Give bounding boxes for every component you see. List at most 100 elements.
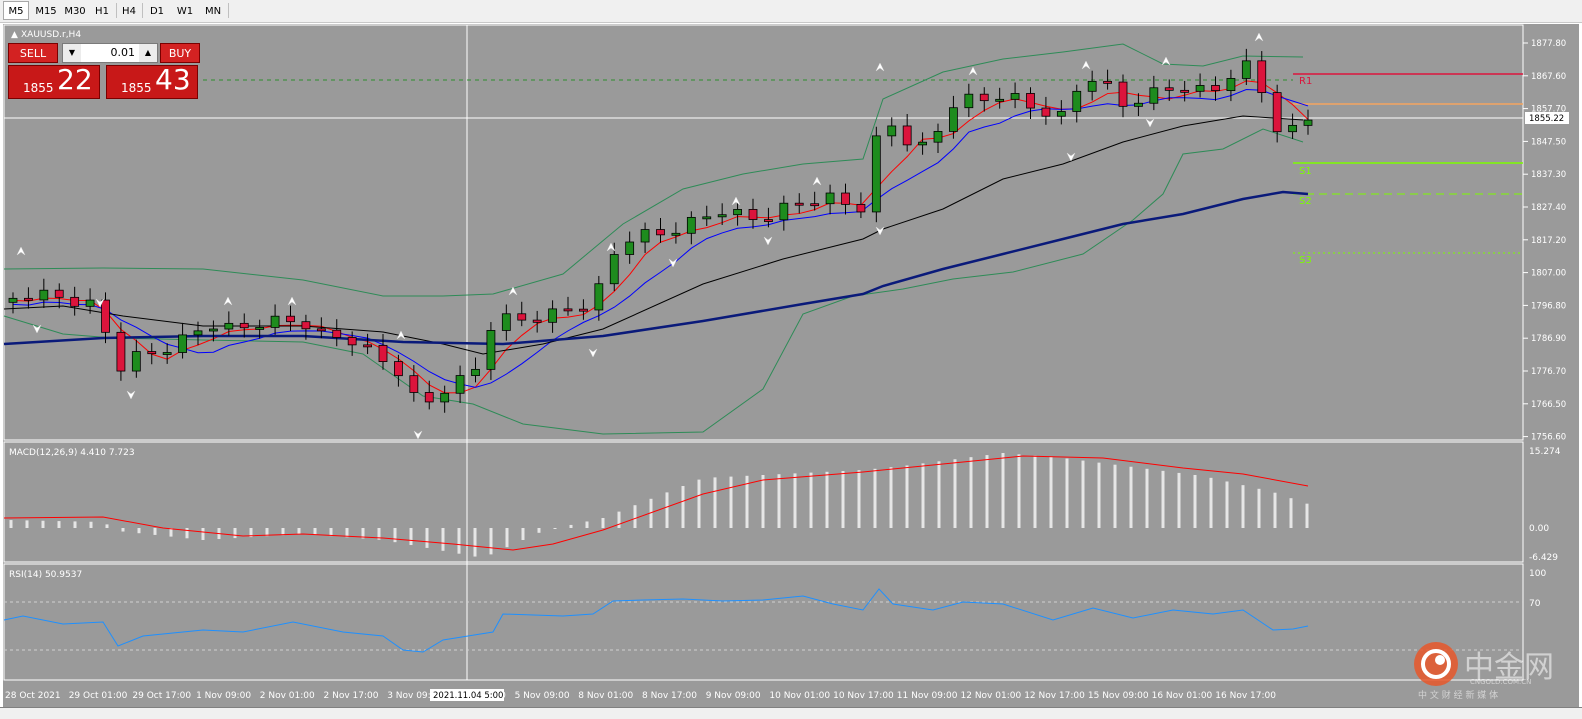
time-axis-label: 15 Nov 09:00 [1088, 691, 1149, 701]
macd-histogram-bar [313, 528, 317, 535]
bollinger-lower-band [3, 128, 1304, 435]
macd-histogram-bar [537, 528, 541, 533]
bear-candle [394, 361, 403, 377]
bull-candle [1226, 78, 1236, 92]
macd-histogram-bar [553, 528, 557, 529]
macd-histogram-bar [1193, 474, 1197, 528]
macd-histogram-bar [41, 520, 45, 528]
bear-candle [147, 351, 157, 355]
chart-tab-bar[interactable] [0, 707, 1582, 719]
pivot-label-s2: S2 [1299, 196, 1312, 207]
time-axis-label: 12 Nov 17:00 [1024, 691, 1085, 701]
macd-histogram-bar [1001, 453, 1005, 528]
bear-candle [579, 308, 588, 312]
macd-histogram-bar [1145, 468, 1149, 528]
chevron-down-icon[interactable]: ▼ [63, 44, 81, 62]
toolbar-separator [116, 3, 117, 18]
timeframe-button-m30[interactable]: M30 [61, 1, 89, 20]
chart-arrow-icon[interactable]: ▲ [11, 30, 18, 40]
timeframe-button-h1[interactable]: H1 [90, 1, 114, 20]
macd-histogram-bar [1305, 503, 1309, 528]
bull-candle [131, 351, 141, 372]
bull-candle [440, 392, 450, 403]
fractal-up-arrow [1254, 32, 1264, 42]
macd-histogram-bar [905, 465, 909, 528]
price-axis-label: 1807.00 [1531, 269, 1566, 279]
bear-candle [70, 296, 80, 307]
symbol-label: XAUUSD.r,H4 [21, 30, 81, 40]
time-axis-label: 1 Nov 09:00 [196, 691, 251, 701]
macd-histogram-bar [297, 528, 301, 535]
macd-histogram-bar [697, 479, 701, 528]
bull-candle [1134, 102, 1143, 107]
macd-histogram-bar [1097, 462, 1101, 528]
rsi-label: RSI(14) 50.9537 [9, 570, 82, 580]
bear-candle [1164, 87, 1174, 91]
timeframe-button-mn[interactable]: MN [200, 1, 226, 20]
bull-candle [779, 202, 789, 221]
macd-histogram-bar [729, 476, 733, 528]
bear-candle [810, 203, 820, 207]
timeframe-button-h4[interactable]: H4 [118, 1, 140, 20]
macd-axis-top: 15.274 [1529, 447, 1561, 457]
bull-candle [39, 289, 49, 301]
price-axis-label: 1796.80 [1531, 301, 1566, 311]
bull-candle [964, 93, 974, 109]
sell-button[interactable]: SELL [8, 43, 58, 63]
price-axis-label: 1817.20 [1531, 236, 1566, 246]
macd-histogram-bar [1113, 464, 1117, 528]
timeframe-button-d1[interactable]: D1 [145, 1, 169, 20]
timeframe-button-m5[interactable]: M5 [3, 1, 29, 20]
toolbar-separator [228, 3, 229, 18]
bull-candle [594, 283, 604, 311]
bull-candle [825, 192, 835, 205]
chart-window[interactable]: 1877.80 1867.60 1857.70 1847.50 1837.30 1827.… [3, 24, 1579, 707]
lot-size-input[interactable]: 0.01 [83, 44, 137, 62]
timeframe-button-w1[interactable]: W1 [172, 1, 198, 20]
macd-histogram-bar [409, 528, 413, 546]
bear-candle [1026, 93, 1035, 109]
buy-price-large: 43 [155, 63, 191, 96]
chevron-up-icon[interactable]: ▲ [139, 44, 157, 62]
price-axis-label: 1837.30 [1531, 170, 1566, 180]
timeframe-button-m15[interactable]: M15 [32, 1, 60, 20]
macd-histogram-bar [489, 528, 493, 555]
cngold-logo: 中金网 CNGOLD.COM.CN 中 文 财 经 新 媒 体 [1410, 638, 1560, 701]
bear-candle [856, 203, 866, 213]
macd-histogram-bar [505, 528, 509, 548]
bear-candle [424, 392, 434, 403]
price-axis-label: 1827.40 [1531, 203, 1566, 213]
fractal-up-arrow [812, 176, 822, 186]
bear-candle [301, 321, 311, 330]
bear-candle [347, 337, 357, 346]
rsi-line [3, 588, 1309, 653]
time-axis-label: 11 Nov 09:00 [897, 691, 958, 701]
sell-price-button[interactable]: 1855 22 [8, 63, 100, 99]
time-axis-label: 2 Nov 01:00 [260, 691, 315, 701]
macd-histogram-bar [473, 528, 477, 557]
bull-candle [270, 315, 280, 328]
bear-candle [286, 315, 295, 323]
macd-histogram-bar [57, 521, 61, 528]
macd-histogram-bar [633, 505, 637, 528]
price-chart-canvas[interactable]: 1877.801867.601857.701847.501837.301827.… [3, 24, 1579, 707]
macd-histogram-bar [121, 528, 125, 532]
bear-candle [656, 229, 665, 236]
time-axis-label: 12 Nov 01:00 [961, 691, 1022, 701]
buy-button[interactable]: BUY [160, 43, 200, 63]
bull-candle [671, 232, 681, 236]
macd-histogram-bar [841, 471, 845, 528]
time-axis-label: 28 Oct 2021 [5, 691, 61, 701]
time-axis-label: 2 Nov 17:00 [324, 691, 379, 701]
bull-candle [609, 254, 619, 285]
time-axis-label: 5 Nov 09:00 [515, 691, 570, 701]
fractal-down-arrow [875, 226, 885, 236]
macd-histogram-bar [1273, 492, 1277, 528]
macd-histogram-bar [873, 468, 877, 528]
time-axis-label: 16 Nov 01:00 [1152, 691, 1213, 701]
bear-candle [1272, 92, 1282, 133]
bear-candle [1103, 80, 1112, 84]
lot-size-stepper[interactable]: ▼ 0.01 ▲ [62, 43, 158, 63]
buy-price-button[interactable]: 1855 43 [106, 63, 198, 99]
moving-average-black [3, 115, 1304, 355]
